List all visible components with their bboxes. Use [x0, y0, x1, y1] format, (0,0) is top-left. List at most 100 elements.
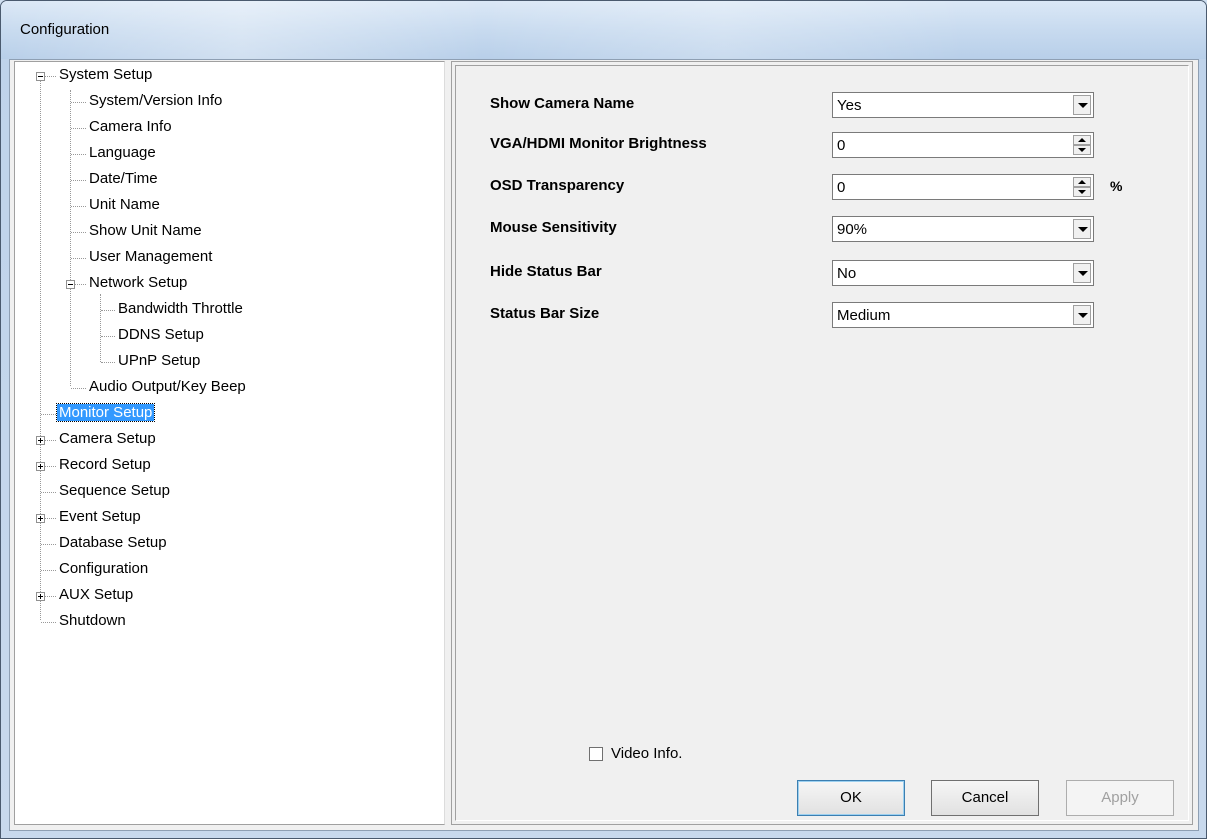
status-bar-size-label: Status Bar Size: [490, 305, 600, 322]
hide-status-bar-label: Hide Status Bar: [490, 263, 602, 280]
tree-item-label: Network Setup: [89, 274, 188, 291]
collapse-minus-icon[interactable]: [36, 72, 45, 81]
tree-item-show-unit-name[interactable]: Show Unit Name: [87, 221, 204, 241]
spin-up-icon[interactable]: [1073, 177, 1091, 187]
tree-item-system-version-info[interactable]: System/Version Info: [87, 91, 224, 111]
tree-item-label: UPnP Setup: [118, 352, 201, 369]
tree-connector-line: [71, 206, 86, 207]
monitor-setup-panel: Show Camera Name Yes VGA/HDMI Monitor Br…: [451, 61, 1193, 825]
dialog-client-area: System Setup System/Version Info Camera In…: [9, 59, 1199, 831]
video-info-label[interactable]: Video Info.: [611, 745, 682, 762]
tree-item-label: Database Setup: [59, 534, 167, 551]
collapse-minus-icon[interactable]: [66, 280, 75, 289]
tree-item-label: System Setup: [59, 66, 153, 83]
expand-plus-icon[interactable]: [36, 462, 45, 471]
tree-item-label: Shutdown: [59, 612, 126, 629]
tree-connector-line: [41, 570, 56, 571]
tree-guide-line: [40, 74, 41, 620]
spin-down-icon[interactable]: [1073, 145, 1091, 155]
brightness-spin-buttons: [1073, 135, 1091, 155]
mouse-sensitivity-label: Mouse Sensitivity: [490, 219, 617, 236]
apply-button[interactable]: Apply: [1066, 780, 1174, 816]
expand-plus-icon[interactable]: [36, 592, 45, 601]
video-info-checkbox[interactable]: [589, 747, 603, 761]
tree-item-label: User Management: [89, 248, 213, 265]
tree-connector-line: [71, 388, 86, 389]
status-bar-size-value: Medium: [837, 307, 891, 324]
tree-connector-line: [71, 232, 86, 233]
ok-button[interactable]: OK: [797, 780, 905, 816]
mouse-sensitivity-value: 90%: [837, 221, 868, 238]
tree-item-network-setup[interactable]: Network Setup: [87, 273, 189, 293]
tree-connector-line: [101, 310, 115, 311]
percent-unit: %: [1110, 178, 1123, 194]
spin-up-icon[interactable]: [1073, 135, 1091, 145]
tree-item-upnp-setup[interactable]: UPnP Setup: [116, 351, 202, 371]
tree-item-event-setup[interactable]: Event Setup: [57, 507, 143, 527]
tree-item-label: Unit Name: [89, 196, 160, 213]
tree-item-label: Monitor Setup: [55, 403, 156, 422]
expand-plus-icon[interactable]: [36, 436, 45, 445]
tree-item-ddns-setup[interactable]: DDNS Setup: [116, 325, 206, 345]
tree-item-camera-info[interactable]: Camera Info: [87, 117, 174, 137]
tree-item-label: Configuration: [59, 560, 149, 577]
tree-item-label: DDNS Setup: [118, 326, 204, 343]
tree-item-label: Event Setup: [59, 508, 141, 525]
tree-item-user-management[interactable]: User Management: [87, 247, 214, 267]
tree-connector-line: [71, 180, 86, 181]
status-bar-size-select[interactable]: Medium: [832, 302, 1094, 328]
tree-item-label: AUX Setup: [59, 586, 134, 603]
tree-item-date-time[interactable]: Date/Time: [87, 169, 160, 189]
show-camera-name-value: Yes: [837, 97, 862, 114]
tree-connector-line: [41, 492, 56, 493]
tree-item-configuration[interactable]: Configuration: [57, 559, 150, 579]
tree-item-database-setup[interactable]: Database Setup: [57, 533, 169, 553]
tree-item-camera-setup[interactable]: Camera Setup: [57, 429, 158, 449]
tree-connector-line: [71, 154, 86, 155]
tree-item-label: Show Unit Name: [89, 222, 202, 239]
tree-item-language[interactable]: Language: [87, 143, 158, 163]
tree-guide-line: [100, 294, 101, 362]
tree-item-sequence-setup[interactable]: Sequence Setup: [57, 481, 172, 501]
mouse-sensitivity-select[interactable]: 90%: [832, 216, 1094, 242]
osd-transparency-label: OSD Transparency: [490, 177, 625, 194]
osd-transparency-spinner[interactable]: 0: [832, 174, 1094, 200]
brightness-label: VGA/HDMI Monitor Brightness: [490, 135, 707, 152]
chevron-down-icon[interactable]: [1073, 263, 1091, 283]
chevron-down-icon[interactable]: [1073, 95, 1091, 115]
tree-item-label: Sequence Setup: [59, 482, 170, 499]
tree-connector-line: [41, 544, 56, 545]
chevron-down-icon[interactable]: [1073, 305, 1091, 325]
tree-item-label: Language: [89, 144, 156, 161]
tree-connector-line: [41, 622, 56, 623]
title-bar[interactable]: Configuration: [1, 1, 1206, 59]
hide-status-bar-select[interactable]: No: [832, 260, 1094, 286]
configuration-window: Configuration System Setup System/Version…: [0, 0, 1207, 839]
brightness-value[interactable]: 0: [837, 137, 845, 154]
spin-down-icon[interactable]: [1073, 187, 1091, 197]
show-camera-name-label: Show Camera Name: [490, 95, 635, 112]
tree-item-label: Camera Info: [89, 118, 172, 135]
tree-item-audio-output-key-beep[interactable]: Audio Output/Key Beep: [87, 377, 248, 397]
show-camera-name-select[interactable]: Yes: [832, 92, 1094, 118]
tree-connector-line: [71, 102, 86, 103]
tree-item-aux-setup[interactable]: AUX Setup: [57, 585, 135, 605]
settings-tree[interactable]: System Setup System/Version Info Camera In…: [14, 61, 445, 825]
tree-item-label: Bandwidth Throttle: [118, 300, 243, 317]
hide-status-bar-value: No: [837, 265, 857, 282]
tree-item-bandwidth-throttle[interactable]: Bandwidth Throttle: [116, 299, 245, 319]
tree-connector-line: [101, 362, 115, 363]
tree-connector-line: [101, 336, 115, 337]
brightness-spinner[interactable]: 0: [832, 132, 1094, 158]
tree-item-unit-name[interactable]: Unit Name: [87, 195, 162, 215]
osd-transparency-spin-buttons: [1073, 177, 1091, 197]
chevron-down-icon[interactable]: [1073, 219, 1091, 239]
expand-plus-icon[interactable]: [36, 514, 45, 523]
tree-item-record-setup[interactable]: Record Setup: [57, 455, 153, 475]
tree-item-shutdown[interactable]: Shutdown: [57, 611, 128, 631]
osd-transparency-value[interactable]: 0: [837, 179, 845, 196]
tree-connector-line: [71, 258, 86, 259]
tree-item-system-setup[interactable]: System Setup: [57, 65, 154, 85]
tree-item-monitor-setup[interactable]: Monitor Setup: [55, 403, 156, 423]
cancel-button[interactable]: Cancel: [931, 780, 1039, 816]
